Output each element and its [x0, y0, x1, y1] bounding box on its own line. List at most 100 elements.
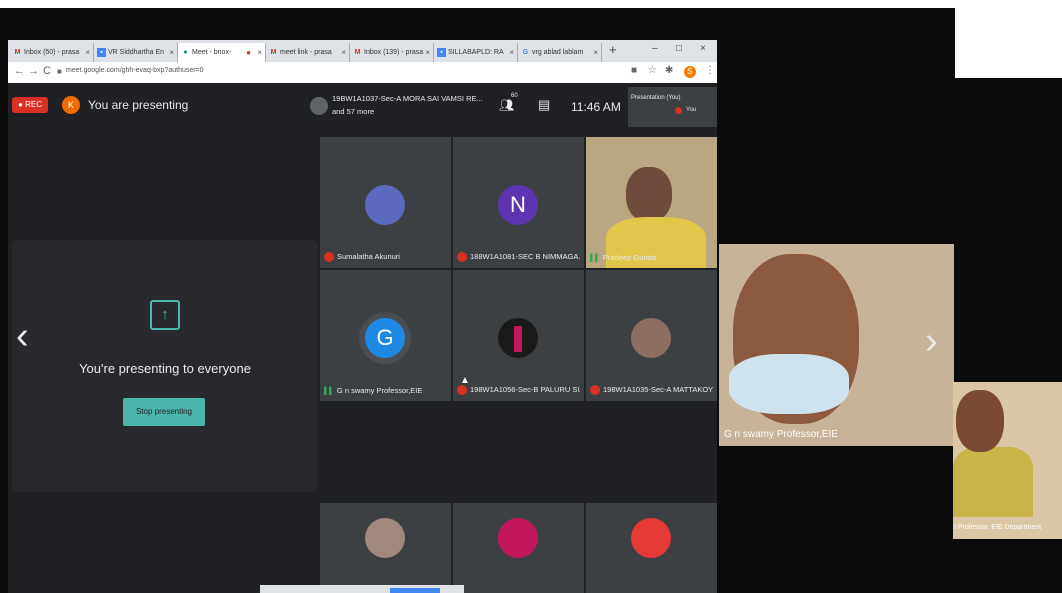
participant-name: G n swamy Professor,EIE [724, 429, 838, 440]
mic-off-icon [324, 252, 334, 262]
new-tab-button[interactable]: + [609, 42, 617, 57]
tab-label: VR Siddhartha En [108, 49, 165, 56]
participant-tile[interactable] [453, 503, 584, 593]
participant-tile[interactable] [586, 503, 717, 593]
main-video-feed[interactable]: G n swamy Professor,EIE [719, 244, 954, 446]
avatar: N [498, 185, 538, 225]
close-icon[interactable]: × [257, 43, 262, 62]
browser-tab-active[interactable]: ● Meet - bnox- ● × [178, 43, 266, 62]
reload-icon[interactable]: C [43, 65, 51, 77]
close-icon[interactable]: × [425, 43, 430, 62]
white-region [955, 0, 1062, 78]
close-icon[interactable]: × [85, 43, 90, 62]
address-bar: ← → C ■ meet.google.com/ghh-evaq-bxp?aut… [8, 62, 717, 84]
participant-tile[interactable]: 198W1A1035-Sec-A MATTAKOY... [586, 270, 717, 401]
participant-name: Pradeep Gunda [602, 253, 656, 262]
participant-label: Sumalatha Akunuri [324, 252, 400, 262]
extension-icon[interactable]: ✱ [665, 65, 673, 76]
close-window-icon[interactable]: × [700, 43, 706, 54]
avatar [498, 518, 538, 558]
mic-off-icon [457, 252, 467, 262]
tab-strip: M Inbox (50) - prasa × ▪ VR Siddhartha E… [8, 40, 717, 62]
participant-name: 198W1A1056-Sec-B PALURU SU... [470, 384, 580, 394]
gmail-icon: M [270, 49, 277, 56]
participants-summary[interactable]: 19BW1A1037-Sec-A MORA SAI VAMSI RE... an… [308, 91, 483, 121]
close-icon[interactable]: × [341, 43, 346, 62]
meet-icon: ● [183, 49, 188, 56]
participant-tile[interactable]: N 188W1A1081-SEC B NIMMAGA... [453, 137, 584, 268]
chevron-right-icon[interactable]: › [925, 322, 938, 360]
participant-name: 198W1A1035-Sec-A MATTAKOY... [603, 384, 713, 394]
camera-icon[interactable]: ■ [631, 65, 637, 76]
participant-tile[interactable]: G ▌▌ G n swamy Professor,EIE [320, 270, 451, 401]
gmail-icon: M [354, 49, 361, 56]
presentation-thumbnail[interactable]: Presentation (You) You [628, 87, 717, 127]
avatar [310, 97, 328, 115]
mouse-cursor-icon: ▲ [460, 375, 470, 386]
participant-label: ▌▌ G n swamy Professor,EIE [324, 386, 422, 395]
people-icon[interactable]: 👥︎ [499, 98, 514, 112]
close-icon[interactable]: × [509, 43, 514, 62]
gmail-icon: M [14, 49, 21, 56]
browser-tab[interactable]: G vrg ablad lablam × [518, 43, 602, 62]
avatar: K [62, 96, 80, 114]
avatar [365, 518, 405, 558]
browser-tab[interactable]: M meet link - prasa × [266, 43, 350, 62]
browser-tab[interactable]: M Inbox (50) - prasa × [10, 43, 94, 62]
participant-tile[interactable]: Sumalatha Akunuri [320, 137, 451, 268]
forward-icon[interactable]: → [28, 65, 39, 77]
mic-off-icon [457, 385, 467, 395]
lock-icon: ■ [57, 67, 62, 76]
avatar [498, 318, 538, 358]
secondary-video-feed[interactable]: t Professor, EIE Department [953, 382, 1062, 539]
video-feed [626, 167, 672, 222]
participant-name: t Professor, EIE Department [954, 524, 1042, 531]
taskbar-indicator [390, 588, 440, 593]
browser-tab[interactable]: M Inbox (139) - prasa × [350, 43, 434, 62]
recording-dot-icon: ● [246, 48, 251, 57]
profile-avatar[interactable]: S [684, 66, 696, 78]
participant-label: 188W1A1081-SEC B NIMMAGA... [457, 252, 580, 262]
participant-tile[interactable]: 198W1A1056-Sec-B PALURU SU... [453, 270, 584, 401]
people-count: 60 [511, 93, 518, 99]
presentation-you-label: You [686, 107, 697, 113]
avatar [365, 185, 405, 225]
avatar [631, 318, 671, 358]
tab-label: Inbox (50) - prasa [24, 49, 80, 56]
participant-name: G n swamy Professor,EIE [336, 386, 423, 395]
minimize-icon[interactable]: – [652, 43, 658, 54]
star-icon[interactable]: ☆ [648, 65, 657, 76]
chat-icon[interactable]: ▤ [538, 97, 550, 113]
chevron-left-icon[interactable]: ‹ [16, 317, 29, 355]
presenting-status: You are presenting [88, 98, 189, 112]
participant-label: 198W1A1035-Sec-A MATTAKOY... [590, 385, 713, 395]
mic-off-icon [590, 385, 600, 395]
google-icon: G [522, 49, 529, 56]
tab-label: vrg ablad lablam [532, 49, 584, 56]
close-icon[interactable]: × [169, 43, 174, 62]
meet-top-bar: ● REC K You are presenting 19BW1A1037-Se… [8, 83, 717, 133]
participant-name: Sumalatha Akunuri [337, 251, 400, 261]
tab-label: meet link - prasa [280, 49, 332, 56]
browser-tab[interactable]: ▪ VR Siddhartha En × [94, 43, 178, 62]
stop-presenting-button[interactable]: Stop presenting [123, 398, 205, 426]
recording-badge: ● REC [12, 97, 48, 113]
tab-label: SILLABAPLD: RA [448, 49, 504, 56]
mic-off-icon [675, 107, 682, 114]
speaking-icon: ▌▌ [590, 255, 600, 262]
participant-label: ▌▌ Pradeep Gunda [590, 253, 656, 262]
participant-tile[interactable] [320, 503, 451, 593]
doc-icon: ▪ [97, 48, 106, 57]
rec-label: REC [25, 100, 42, 109]
participant-name: 19BW1A1037-Sec-A MORA SAI VAMSI RE... [332, 94, 483, 103]
meeting-clock: 11:46 AM [571, 100, 621, 114]
presentation-label: Presentation (You) [631, 95, 681, 101]
maximize-icon[interactable]: □ [676, 43, 682, 54]
browser-tab[interactable]: ▪ SILLABAPLD: RA × [434, 43, 518, 62]
menu-icon[interactable]: ⋮ [705, 65, 715, 76]
participant-tile[interactable]: ▌▌ Pradeep Gunda [586, 137, 717, 268]
back-icon[interactable]: ← [14, 65, 25, 77]
url-field[interactable]: meet.google.com/ghh-evaq-bxp?authuser=0 [66, 67, 204, 74]
video-body [953, 447, 1033, 517]
close-icon[interactable]: × [593, 43, 598, 62]
